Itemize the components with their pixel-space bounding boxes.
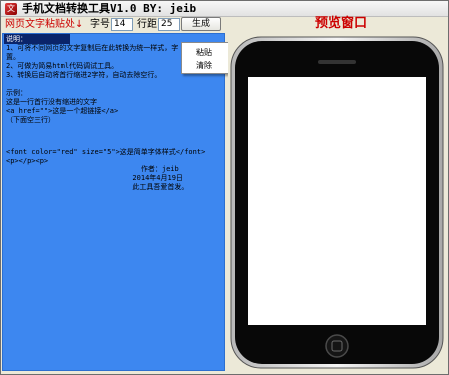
toolbar: 网页文字粘贴处↓ 字号: 14 行距: 25 生成: [1, 17, 448, 33]
app-icon: 文: [5, 3, 17, 15]
generate-button[interactable]: 生成: [181, 17, 221, 31]
editor-line: 置。: [6, 53, 20, 61]
preview-window-label: 预览窗口: [315, 16, 368, 31]
text-editor[interactable]: 说明： 1、可将不同网页的文字复制后在此转换为统一样式，字 置。 2、可做为简易…: [2, 33, 225, 371]
context-menu: 粘贴 清除: [181, 42, 233, 74]
editor-line: 2、可做为简易html代码调试工具。: [6, 62, 119, 70]
editor-line: 示例：: [6, 89, 27, 97]
phone-frame-icon: [230, 36, 444, 369]
editor-line: 此工具吾爱首发。: [6, 183, 189, 191]
font-size-input[interactable]: 14: [111, 18, 133, 31]
font-size-label: 字号:: [90, 19, 114, 30]
editor-line: 这是一行首行没有缩进的文字: [6, 98, 97, 106]
editor-line: （下面空三行）: [6, 116, 55, 124]
preview-panel: [228, 33, 446, 372]
editor-line: 说明：: [6, 35, 27, 43]
main-window: 文 手机文档转换工具V1.0 BY: jeib 网页文字粘贴处↓ 字号: 14 …: [0, 0, 449, 375]
editor-line: 3、转换后自动将首行缩进2字符，自动去除空行。: [6, 71, 162, 79]
title-bar[interactable]: 文 手机文档转换工具V1.0 BY: jeib: [1, 1, 448, 17]
editor-line: <font color="red" size="5">这是简单字体样式</fon…: [6, 148, 206, 156]
window-title: 手机文档转换工具V1.0 BY: jeib: [22, 2, 197, 15]
editor-line: 1、可将不同网页的文字复制后在此转换为统一样式，字: [6, 44, 179, 52]
editor-line: 2014年4月19日: [6, 174, 183, 182]
line-spacing-input[interactable]: 25: [158, 18, 180, 31]
paste-area-label: 网页文字粘贴处↓: [5, 19, 84, 30]
phone-screen: [248, 77, 426, 325]
line-spacing-label: 行距:: [137, 19, 161, 30]
menu-item-paste[interactable]: 粘贴: [196, 47, 212, 58]
editor-line: <a href="">这是一个超链接</a>: [6, 107, 119, 115]
editor-line: 作者：jeib: [6, 165, 179, 173]
menu-item-clear[interactable]: 清除: [196, 60, 212, 71]
